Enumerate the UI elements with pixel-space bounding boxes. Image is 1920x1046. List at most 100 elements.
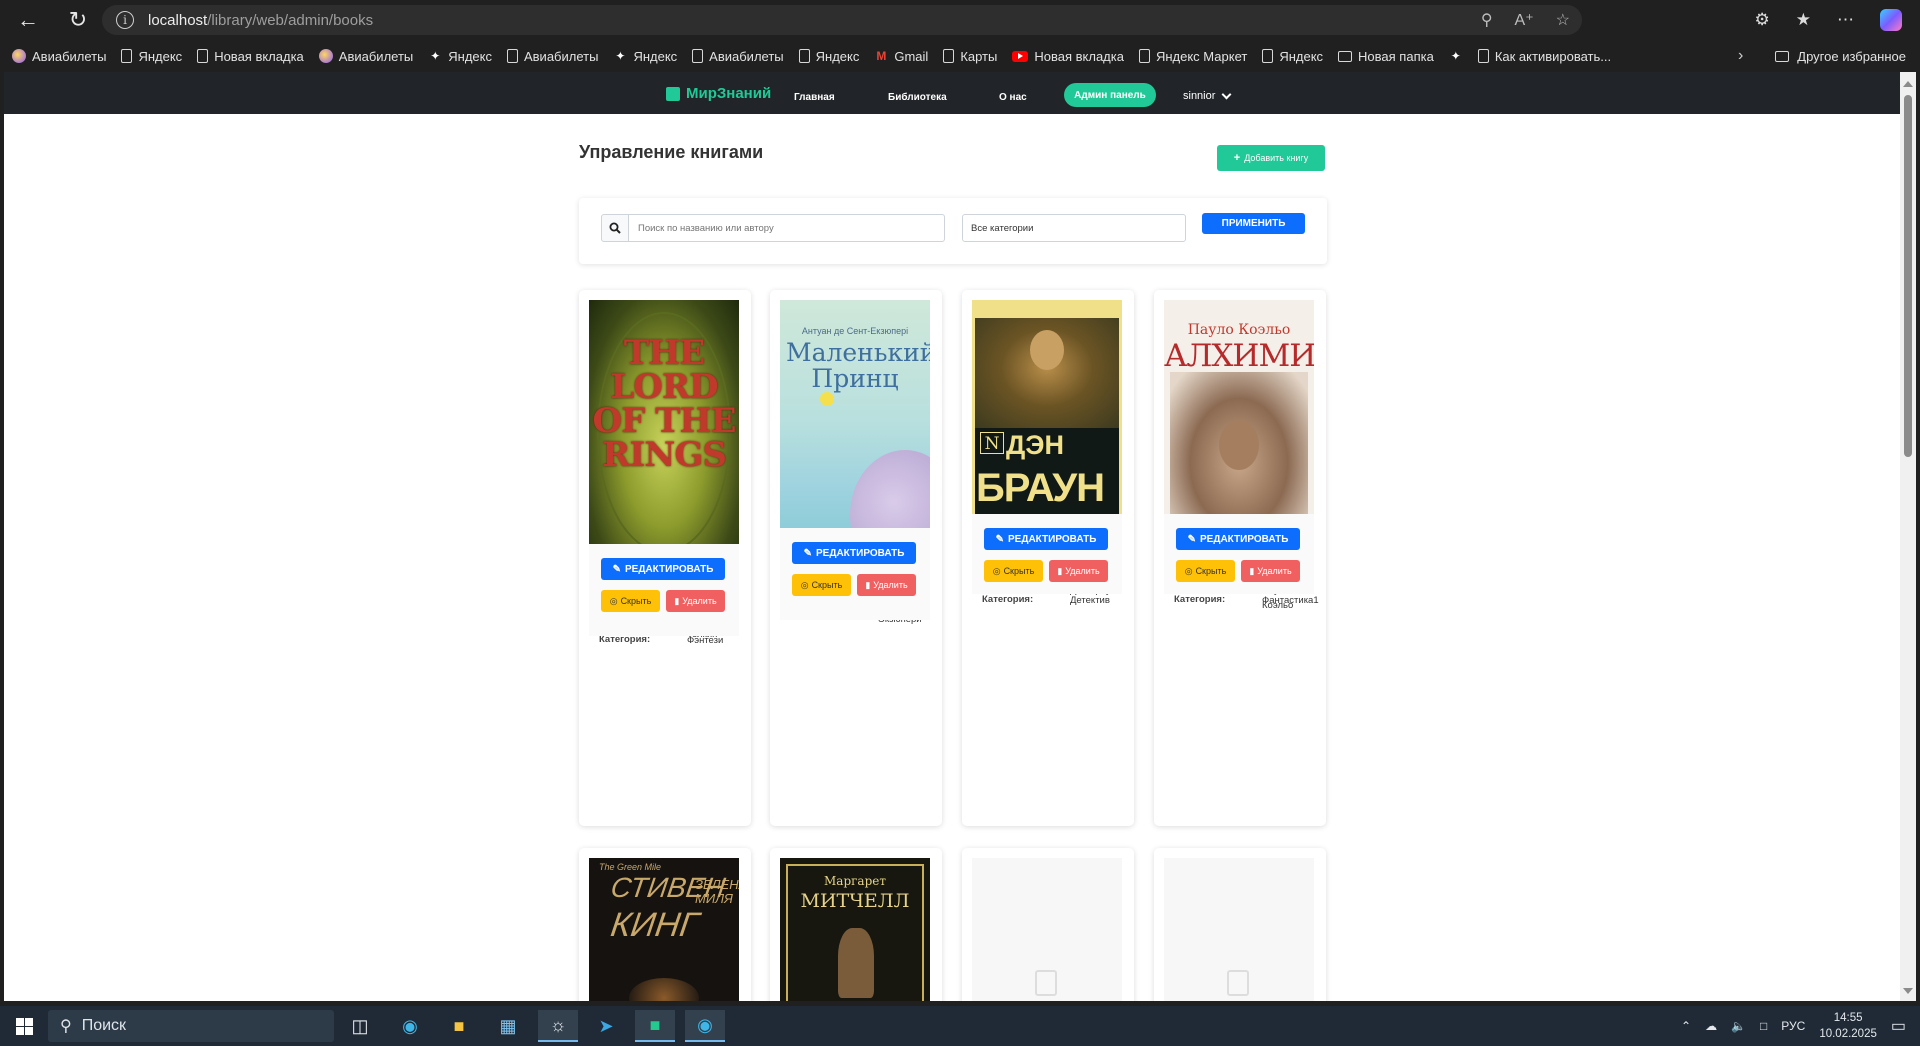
page-icon <box>943 49 955 63</box>
book-card: Пауло Коэльо АЛХИМИК СОФИЯ Алхимик Автор… <box>1154 290 1326 826</box>
bookmark-item[interactable]: Новая папка <box>1338 49 1434 64</box>
apply-filter-button[interactable]: ПРИМЕНИТЬ <box>1202 213 1305 234</box>
hide-button[interactable]: ◎ Скрыть <box>792 574 851 596</box>
bookmark-item[interactable]: Яндекс <box>121 49 182 64</box>
add-book-button[interactable]: + Добавить книгу <box>1217 145 1325 171</box>
app-icon[interactable]: ■ <box>635 1010 675 1042</box>
edge-icon[interactable]: ◉ <box>390 1010 430 1042</box>
favorites-icon[interactable]: ★ <box>1796 10 1811 30</box>
scroll-thumb[interactable] <box>1904 95 1912 457</box>
bookmark-item[interactable]: Карты <box>943 49 997 64</box>
bookmark-label: Авиабилеты <box>32 48 107 64</box>
taskbar-search[interactable]: ⚲ Поиск <box>48 1010 334 1042</box>
delete-label: Удалить <box>1065 566 1100 576</box>
user-dropdown[interactable]: sinnior <box>1183 89 1232 102</box>
eye-slash-icon: ◎ <box>800 579 809 590</box>
bookmark-item[interactable]: Авиабилеты <box>12 49 106 64</box>
steam-icon[interactable]: ☼ <box>538 1010 578 1042</box>
edit-icon: ✎ <box>995 533 1004 545</box>
windows-start-icon[interactable] <box>0 1006 48 1046</box>
bookmark-item[interactable]: Авиабилеты <box>318 49 413 64</box>
scroll-up-icon[interactable] <box>1903 81 1913 87</box>
site-info-icon[interactable]: i <box>116 11 134 29</box>
bookmarks-overflow-icon[interactable]: › <box>1738 40 1743 72</box>
favorite-star-icon[interactable]: ☆ <box>1556 10 1570 30</box>
category-value: Детектив <box>1070 595 1110 606</box>
task-view-icon[interactable]: ◫ <box>340 1010 380 1042</box>
nav-library[interactable]: Библиотека <box>888 92 947 103</box>
bookmark-label: Авиабилеты <box>523 48 599 64</box>
scroll-down-icon[interactable] <box>1903 988 1913 994</box>
search-input[interactable] <box>629 214 945 242</box>
chevron-up-icon[interactable]: ⌃ <box>1681 1019 1691 1033</box>
bookmark-item[interactable]: ✦ Яндекс <box>428 49 492 64</box>
category-select[interactable]: Все категории <box>962 214 1186 242</box>
hide-button[interactable]: ◎ Скрыть <box>601 590 660 612</box>
bookmark-label: Яндекс <box>815 48 860 64</box>
edit-button[interactable]: ✎ РЕДАКТИРОВАТЬ <box>792 542 916 564</box>
taskbar-search-label: Поиск <box>81 1017 127 1034</box>
bookmark-item[interactable]: Как активировать... <box>1477 49 1611 64</box>
read-aloud-icon[interactable]: A⁺ <box>1515 10 1534 30</box>
eye-slash-icon: ◎ <box>609 595 618 606</box>
other-bookmarks[interactable]: Другое избранное <box>1775 40 1906 72</box>
edit-button[interactable]: ✎ РЕДАКТИРОВАТЬ <box>601 558 725 580</box>
notification-icon[interactable]: ▭ <box>1891 1016 1906 1036</box>
volume-icon[interactable]: 🔈 <box>1731 1019 1746 1033</box>
address-bar[interactable]: i localhost/library/web/admin/books ⚲ A⁺… <box>102 5 1582 35</box>
page-scrollbar[interactable] <box>1900 72 1916 1001</box>
network-icon[interactable]: ☁ <box>1705 1019 1717 1033</box>
edit-icon: ✎ <box>612 563 621 575</box>
extensions-icon[interactable]: ⚙ <box>1755 10 1770 30</box>
bookmark-item[interactable]: M Gmail <box>874 49 928 64</box>
add-book-label: Добавить книгу <box>1244 153 1309 163</box>
language-indicator[interactable]: РУС <box>1781 1019 1805 1033</box>
clock[interactable]: 14:55 10.02.2025 <box>1819 1010 1877 1042</box>
delete-button[interactable]: ▮ Удалить <box>857 574 916 596</box>
nav-admin-panel[interactable]: Админ панель <box>1064 83 1156 107</box>
bookmark-item[interactable]: Новая вкладка <box>197 49 304 64</box>
edit-button[interactable]: ✎ РЕДАКТИРОВАТЬ <box>1176 528 1300 550</box>
delete-button[interactable]: ▮ Удалить <box>1049 560 1108 582</box>
bookmark-item[interactable]: ✦ Яндекс <box>613 49 677 64</box>
copilot-icon[interactable] <box>1880 9 1902 31</box>
zoom-icon[interactable]: ⚲ <box>1481 10 1493 30</box>
edit-button[interactable]: ✎ РЕДАКТИРОВАТЬ <box>984 528 1108 550</box>
store-icon[interactable]: ▦ <box>488 1010 528 1042</box>
youtube-icon <box>1012 50 1029 62</box>
more-menu-icon[interactable]: ⋯ <box>1837 10 1854 30</box>
category-label: Категория: <box>982 594 1034 605</box>
nav-home[interactable]: Главная <box>794 92 835 103</box>
page-title: Управление книгами <box>579 142 764 162</box>
hide-label: Скрыть <box>620 596 652 606</box>
page-icon <box>121 49 133 63</box>
bookmark-item[interactable]: Авиабилеты <box>692 48 784 64</box>
reload-icon[interactable]: ↻ <box>58 0 98 40</box>
bookmark-item[interactable]: Яндекс <box>798 48 860 64</box>
delete-button[interactable]: ▮ Удалить <box>1241 560 1300 582</box>
bookmark-item[interactable]: ✦ <box>1449 49 1463 63</box>
edge-active-icon[interactable]: ◉ <box>685 1010 725 1042</box>
delete-button[interactable]: ▮ Удалить <box>666 590 725 612</box>
globe-icon <box>318 49 333 63</box>
site-brand[interactable]: МирЗнаний <box>666 85 771 102</box>
bookmark-label: Яндекс <box>448 48 492 64</box>
nav-about[interactable]: О нас <box>999 92 1027 103</box>
hide-button[interactable]: ◎ Скрыть <box>984 560 1043 582</box>
display-icon[interactable]: □ <box>1760 1019 1767 1033</box>
hide-button[interactable]: ◎ Скрыть <box>1176 560 1235 582</box>
card-actions <box>972 514 1122 594</box>
bookmark-item[interactable]: Новая вкладка <box>1012 49 1124 64</box>
url-text[interactable]: localhost/library/web/admin/books <box>148 12 373 29</box>
bookmark-item[interactable]: Яндекс Маркет <box>1138 49 1247 64</box>
file-explorer-icon[interactable]: ■ <box>439 1010 479 1042</box>
trash-icon: ▮ <box>865 579 871 590</box>
bookmark-item[interactable]: Яндекс <box>1262 49 1323 64</box>
category-value: Фэнтези <box>687 635 724 646</box>
telegram-icon[interactable]: ➤ <box>586 1010 626 1042</box>
page-icon <box>798 49 810 63</box>
back-arrow-icon[interactable]: ← <box>8 0 48 40</box>
bookmark-item[interactable]: Авиабилеты <box>506 48 599 64</box>
bookmark-label: Авиабилеты <box>709 48 784 64</box>
browser-titlebar: ← ↻ i localhost/library/web/admin/books … <box>0 0 1920 40</box>
